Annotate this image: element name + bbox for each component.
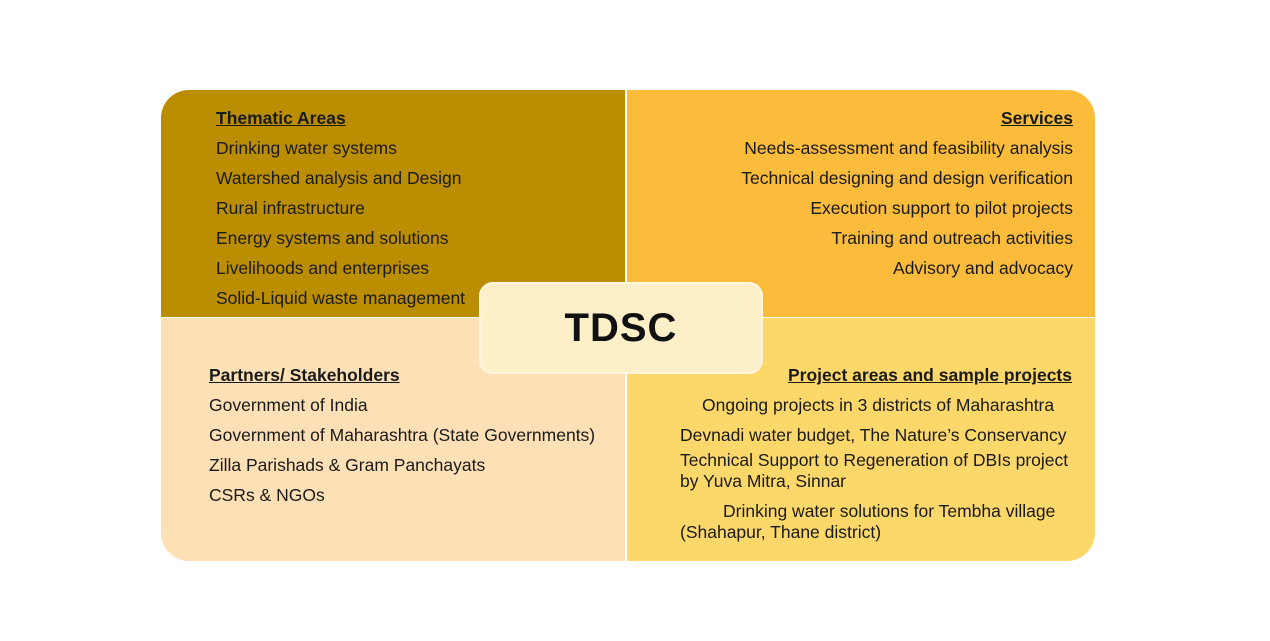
projects-list: Ongoing projects in 3 districts of Mahar…	[680, 390, 1080, 543]
center-label: TDSC	[564, 305, 678, 350]
list-item: Zilla Parishads & Gram Panchayats	[209, 455, 486, 475]
list-item: Training and outreach activities	[831, 228, 1073, 248]
list-item: CSRs & NGOs	[209, 485, 325, 505]
thematic-areas-block: Thematic Areas Drinking water systems Wa…	[216, 104, 465, 313]
list-item: Livelihoods and enterprises	[216, 258, 430, 278]
list-item: Rural infrastructure	[216, 198, 365, 218]
thematic-areas-heading: Thematic Areas	[216, 108, 346, 128]
list-item: Watershed analysis and Design	[216, 168, 462, 188]
list-item: Needs-assessment and feasibility analysi…	[744, 138, 1073, 158]
center-label-box: TDSC	[479, 282, 763, 374]
list-item: Advisory and advocacy	[893, 258, 1073, 278]
projects-block: Project areas and sample projects Ongoin…	[680, 361, 1080, 552]
list-item: Ongoing projects in 3 districts of Mahar…	[702, 395, 1055, 415]
list-item: Government of Maharashtra (State Governm…	[209, 425, 596, 445]
list-item: Drinking water solutions for Tembha vill…	[680, 501, 1056, 542]
partners-list: Government of India Government of Mahara…	[209, 390, 595, 510]
list-item: Devnadi water budget, The Nature’s Conse…	[680, 425, 1067, 445]
list-item: Energy systems and solutions	[216, 228, 449, 248]
list-item: Execution support to pilot projects	[810, 198, 1073, 218]
services-list: Needs-assessment and feasibility analysi…	[741, 133, 1073, 283]
list-item: Drinking water systems	[216, 138, 397, 158]
thematic-areas-list: Drinking water systems Watershed analysi…	[216, 133, 465, 313]
list-item: Solid-Liquid waste management	[216, 288, 466, 308]
list-item: Technical designing and design verificat…	[741, 168, 1073, 188]
services-heading: Services	[1000, 108, 1073, 128]
list-item: Technical Support to Regeneration of DBI…	[680, 450, 1069, 491]
list-item: Government of India	[209, 395, 368, 415]
partners-block: Partners/ Stakeholders Government of Ind…	[209, 361, 595, 510]
services-block: Services Needs-assessment and feasibilit…	[741, 104, 1073, 283]
tdsc-diagram: Thematic Areas Drinking water systems Wa…	[161, 90, 1095, 561]
